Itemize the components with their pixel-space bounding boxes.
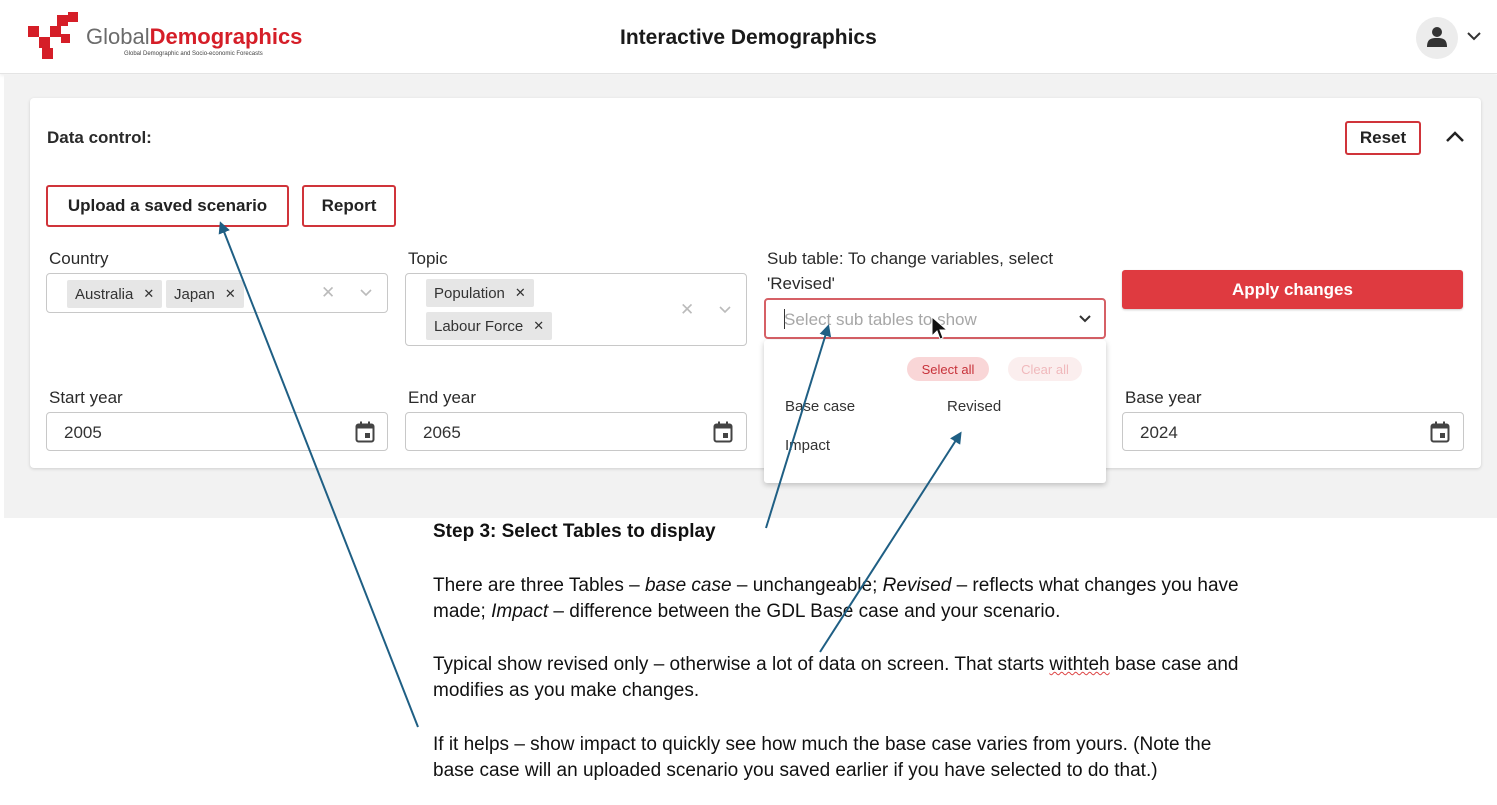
arrow-to-revised-option (819, 431, 962, 653)
arrow-to-subtable-select (765, 324, 832, 529)
annotation-arrows (218, 221, 962, 728)
arrow-to-upload-button (218, 221, 419, 728)
